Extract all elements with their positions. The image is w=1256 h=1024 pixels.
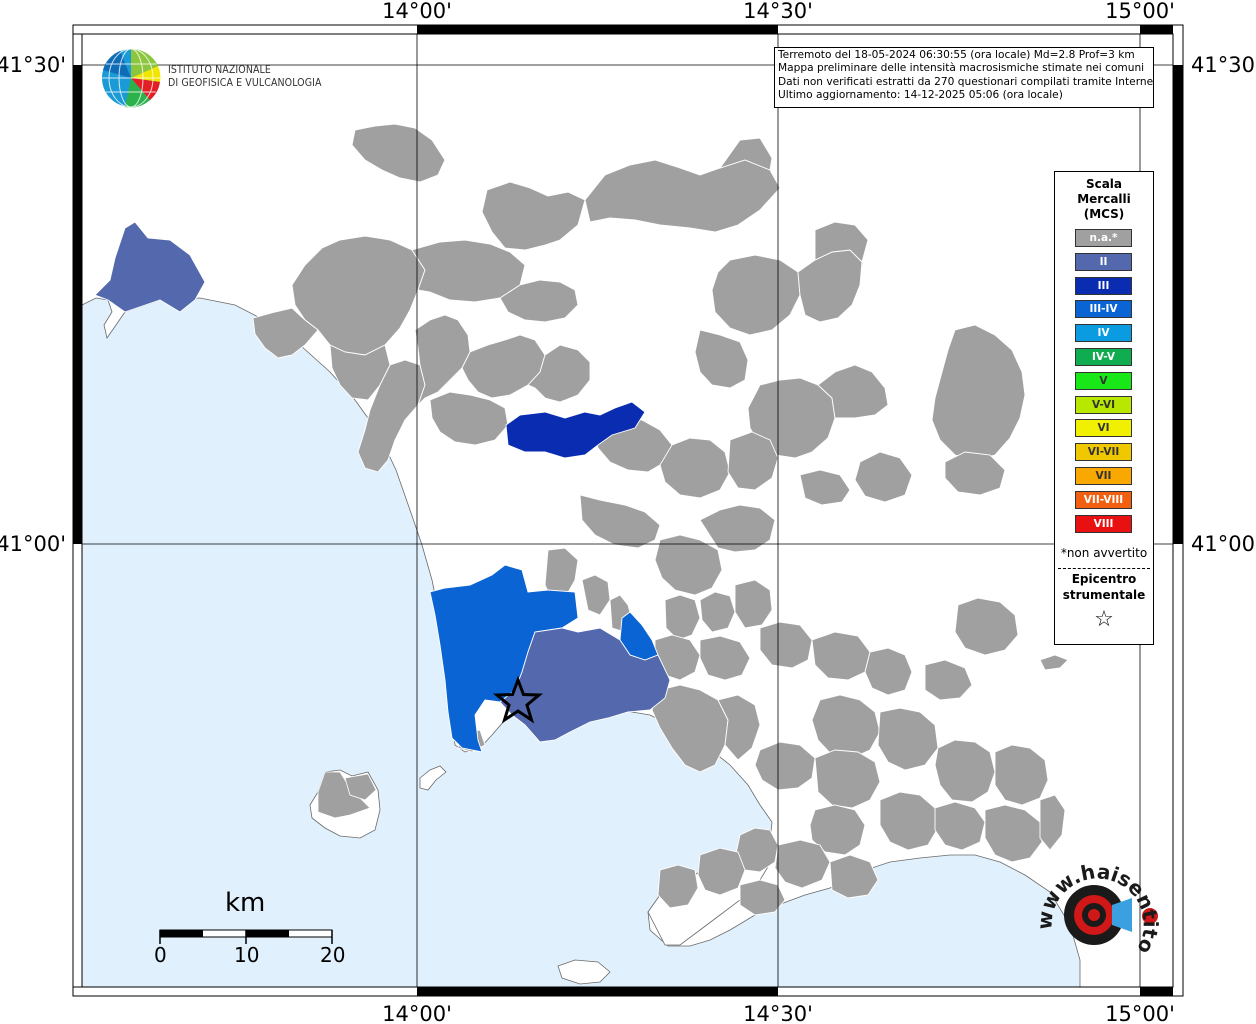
scale-tick-label: 20 bbox=[320, 943, 346, 967]
lat-label-left: 41°00' bbox=[0, 532, 66, 556]
lat-label-right: 41°00' bbox=[1191, 532, 1256, 556]
legend-item: V bbox=[1075, 371, 1132, 390]
map-area bbox=[81, 34, 1173, 988]
legend-separator bbox=[1058, 568, 1150, 569]
legend-item: IV bbox=[1075, 324, 1132, 343]
legend-item: III-IV bbox=[1075, 300, 1132, 319]
legend-item: VII-VIII bbox=[1075, 490, 1132, 509]
event-info-line: Ultimo aggiornamento: 14-12-2025 05:06 (… bbox=[778, 89, 1063, 102]
legend-item: VI-VII bbox=[1075, 443, 1132, 462]
scale-tick-label: 10 bbox=[234, 943, 260, 967]
lon-label-top: 15°00' bbox=[1105, 0, 1175, 23]
lat-label-left: 41°30' bbox=[0, 53, 66, 77]
legend-item: VIII bbox=[1075, 514, 1132, 533]
legend-item: IV-V bbox=[1075, 347, 1132, 366]
lon-label-bottom: 14°00' bbox=[382, 1002, 452, 1024]
intensity-legend: Scala Mercalli (MCS) n.a.* II III III-IV IV I… bbox=[1054, 171, 1154, 645]
legend-item: n.a.* bbox=[1075, 229, 1132, 247]
legend-note: *non avvertito bbox=[1060, 546, 1148, 560]
lon-label-bottom: 15°00' bbox=[1105, 1002, 1175, 1024]
legend-item: II bbox=[1075, 252, 1132, 271]
scale-unit: km bbox=[225, 888, 266, 918]
legend-item: VI bbox=[1075, 419, 1132, 438]
event-info-line: Dati non verificati estratti da 270 ques… bbox=[778, 75, 1154, 88]
legend-star-icon: ☆ bbox=[1094, 607, 1114, 632]
scale-tick-label: 0 bbox=[154, 943, 167, 967]
legend-epicenter-label: Epicentro strumentale bbox=[1062, 572, 1146, 602]
legend-item: V-VI bbox=[1075, 395, 1132, 414]
lon-label-top: 14°00' bbox=[382, 0, 452, 23]
legend-item: VII bbox=[1075, 466, 1132, 485]
event-info-line: Mappa preliminare delle intensità macros… bbox=[778, 62, 1145, 75]
legend-items: n.a.* II III III-IV IV IV-V V V-VI VI VI-VII VII VI… bbox=[1075, 229, 1132, 538]
event-info-box: Terremoto del 18-05-2024 06:30:55 (ora l… bbox=[774, 47, 1154, 108]
event-info-line: Terremoto del 18-05-2024 06:30:55 (ora l… bbox=[778, 49, 1135, 61]
lon-label-top: 14°30' bbox=[743, 0, 813, 23]
lat-label-right: 41°30' bbox=[1191, 53, 1256, 77]
lon-label-bottom: 14°30' bbox=[743, 1002, 813, 1024]
institute-name: ISTITUTO NAZIONALE DI GEOFISICA E VULCAN… bbox=[168, 64, 322, 89]
legend-title: Scala Mercalli (MCS) bbox=[1077, 177, 1131, 221]
legend-item: III bbox=[1075, 276, 1132, 295]
